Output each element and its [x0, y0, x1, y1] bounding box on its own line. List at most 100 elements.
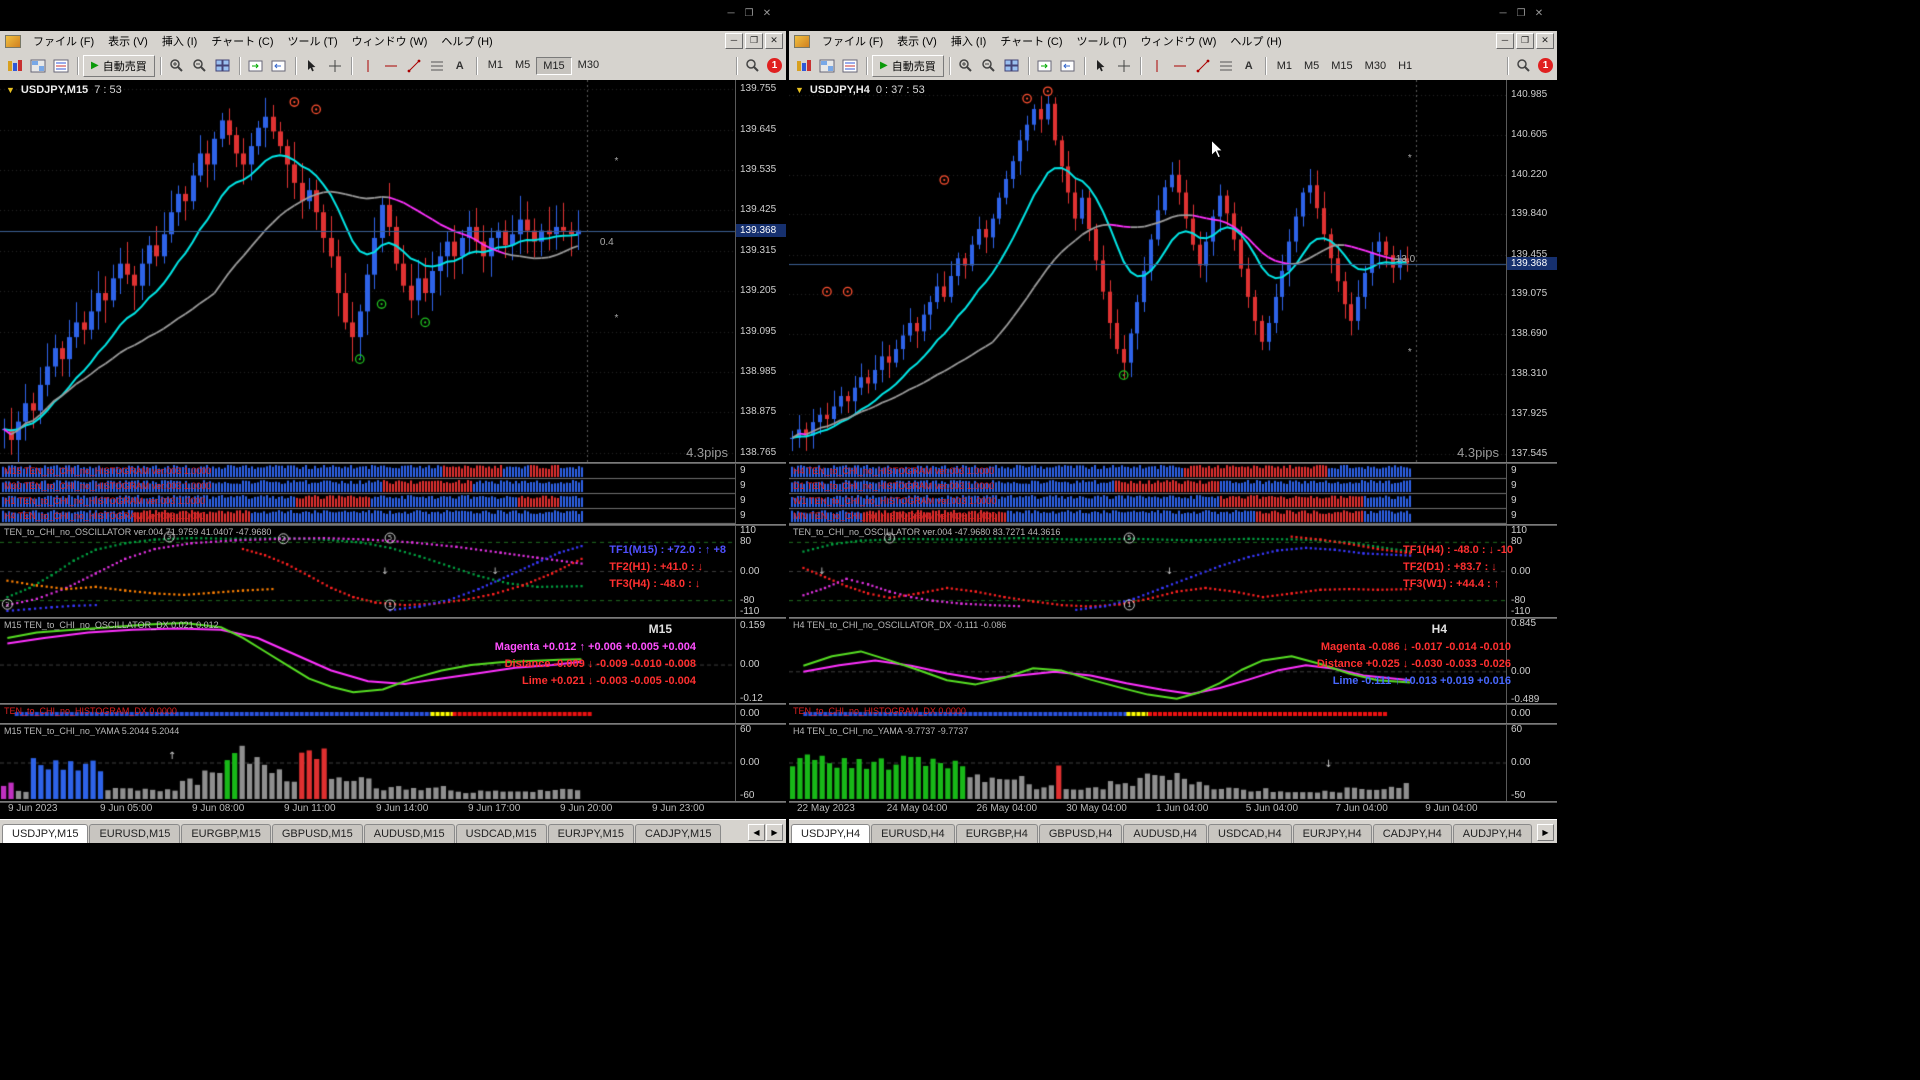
menu-item[interactable]: 表示 (V) [101, 31, 155, 51]
app-window-control-button[interactable]: ✕ [1530, 8, 1548, 19]
window-control-button[interactable]: ✕ [765, 33, 783, 49]
chart-tab[interactable]: EURJPY,H4 [1293, 824, 1372, 843]
zoom-out-icon[interactable] [189, 56, 211, 76]
search-icon[interactable] [1512, 56, 1534, 76]
chart-tab[interactable]: CADJPY,H4 [1373, 824, 1452, 843]
chart-tab[interactable]: USDCAD,H4 [1208, 824, 1292, 843]
chart-tab[interactable]: GBPUSD,H4 [1039, 824, 1123, 843]
menu-item[interactable]: ヘルプ (H) [1223, 31, 1288, 51]
tile-windows-icon[interactable] [212, 56, 234, 76]
chart-tab[interactable]: USDJPY,H4 [791, 824, 870, 843]
auto-trade-button[interactable]: ▶自動売買 [872, 55, 944, 77]
zoom-out-icon[interactable] [978, 56, 1000, 76]
menu-item[interactable]: 挿入 (I) [155, 31, 204, 51]
hline-icon[interactable] [1169, 56, 1191, 76]
menu-item[interactable]: チャート (C) [204, 31, 280, 51]
menu-item[interactable]: 挿入 (I) [944, 31, 993, 51]
window-control-button[interactable]: ✕ [1536, 33, 1554, 49]
chart-profiles-icon[interactable] [27, 56, 49, 76]
chart-profiles-icon[interactable] [816, 56, 838, 76]
chart-tab[interactable]: CADJPY,M15 [635, 824, 721, 843]
timeframe-button[interactable]: M15 [1325, 58, 1358, 74]
tab-scroll-left-icon[interactable]: ◀ [748, 824, 765, 841]
crosshair-icon[interactable] [324, 56, 346, 76]
cursor-icon[interactable] [1090, 56, 1112, 76]
price-chart-canvas[interactable] [0, 80, 736, 462]
symbol-dropdown-icon[interactable]: ▼ [6, 85, 15, 95]
chart-tab[interactable]: EURUSD,M15 [89, 824, 180, 843]
tile-windows-icon[interactable] [1001, 56, 1023, 76]
window-control-button[interactable]: ─ [725, 33, 743, 49]
notification-badge[interactable]: 1 [1538, 58, 1553, 73]
chart-shift-icon[interactable] [245, 56, 267, 76]
trendline-icon[interactable] [1192, 56, 1214, 76]
chart-shift-icon[interactable] [1034, 56, 1056, 76]
timeframe-button[interactable]: M1 [482, 57, 509, 75]
timeframe-button[interactable]: M5 [509, 57, 536, 75]
menu-bar: ファイル (F)表示 (V)挿入 (I)チャート (C)ツール (T)ウィンドウ… [0, 31, 786, 52]
app-window-control-button[interactable]: ❐ [740, 8, 758, 19]
text-label-icon[interactable]: A [1238, 56, 1260, 76]
chart-tab[interactable]: AUDJPY,H4 [1453, 824, 1532, 843]
menu-item[interactable]: ウィンドウ (W) [1134, 31, 1224, 51]
window-control-button[interactable]: ❐ [1516, 33, 1534, 49]
market-watch-icon[interactable] [839, 56, 861, 76]
menu-item[interactable]: ツール (T) [281, 31, 345, 51]
chart-tab[interactable]: USDJPY,M15 [2, 824, 88, 843]
chart-tab[interactable]: GBPUSD,M15 [272, 824, 363, 843]
oscillator-canvas[interactable] [789, 526, 1507, 617]
zoom-in-icon[interactable] [955, 56, 977, 76]
timeframe-button[interactable]: H1 [1392, 58, 1418, 74]
chart-tab[interactable]: EURJPY,M15 [548, 824, 634, 843]
timeframe-button[interactable]: M30 [1359, 58, 1392, 74]
vline-icon[interactable] [1146, 56, 1168, 76]
price-chart-canvas[interactable] [789, 80, 1507, 462]
app-window-control-button[interactable]: ❐ [1512, 8, 1530, 19]
tab-scroll-right-icon[interactable]: ▶ [766, 824, 783, 841]
app-window-control-button[interactable]: ─ [722, 8, 740, 19]
tab-scroll-right-icon[interactable]: ▶ [1537, 824, 1554, 841]
timeframe-button[interactable]: M15 [536, 57, 571, 75]
yama-canvas[interactable] [0, 725, 736, 801]
vline-icon[interactable] [357, 56, 379, 76]
yama-title: H4 TEN_to_CHI_no_YAMA -9.7737 -9.7737 [793, 726, 968, 736]
yama-canvas[interactable] [789, 725, 1507, 801]
menu-item[interactable]: ファイル (F) [815, 31, 890, 51]
window-control-button[interactable]: ─ [1496, 33, 1514, 49]
app-window-control-button[interactable]: ─ [1494, 8, 1512, 19]
timeframe-button[interactable]: M5 [1298, 58, 1325, 74]
zoom-in-icon[interactable] [166, 56, 188, 76]
search-icon[interactable] [741, 56, 763, 76]
fibonacci-icon[interactable] [1215, 56, 1237, 76]
fibonacci-icon[interactable] [426, 56, 448, 76]
text-label-icon[interactable]: A [449, 56, 471, 76]
crosshair-icon[interactable] [1113, 56, 1135, 76]
symbol-dropdown-icon[interactable]: ▼ [795, 85, 804, 95]
timeframe-button[interactable]: M1 [1271, 58, 1298, 74]
app-window-control-button[interactable]: ✕ [758, 8, 776, 19]
market-watch-icon[interactable] [50, 56, 72, 76]
chart-tab[interactable]: EURGBP,M15 [181, 824, 271, 843]
auto-scroll-icon[interactable] [1057, 56, 1079, 76]
menu-item[interactable]: チャート (C) [993, 31, 1069, 51]
chart-tab[interactable]: AUDUSD,H4 [1123, 824, 1207, 843]
new-chart-icon[interactable] [4, 56, 26, 76]
trendline-icon[interactable] [403, 56, 425, 76]
new-chart-icon[interactable] [793, 56, 815, 76]
window-control-button[interactable]: ❐ [745, 33, 763, 49]
chart-tab[interactable]: AUDUSD,M15 [364, 824, 455, 843]
chart-tab[interactable]: EURGBP,H4 [956, 824, 1038, 843]
menu-item[interactable]: ヘルプ (H) [434, 31, 499, 51]
menu-item[interactable]: 表示 (V) [890, 31, 944, 51]
auto-trade-button[interactable]: ▶自動売買 [83, 55, 155, 77]
auto-scroll-icon[interactable] [268, 56, 290, 76]
menu-item[interactable]: ツール (T) [1070, 31, 1134, 51]
notification-badge[interactable]: 1 [767, 58, 782, 73]
chart-tab[interactable]: EURUSD,H4 [871, 824, 955, 843]
hline-icon[interactable] [380, 56, 402, 76]
menu-item[interactable]: ウィンドウ (W) [345, 31, 435, 51]
timeframe-button[interactable]: M30 [572, 57, 605, 75]
cursor-icon[interactable] [301, 56, 323, 76]
menu-item[interactable]: ファイル (F) [26, 31, 101, 51]
chart-tab[interactable]: USDCAD,M15 [456, 824, 547, 843]
